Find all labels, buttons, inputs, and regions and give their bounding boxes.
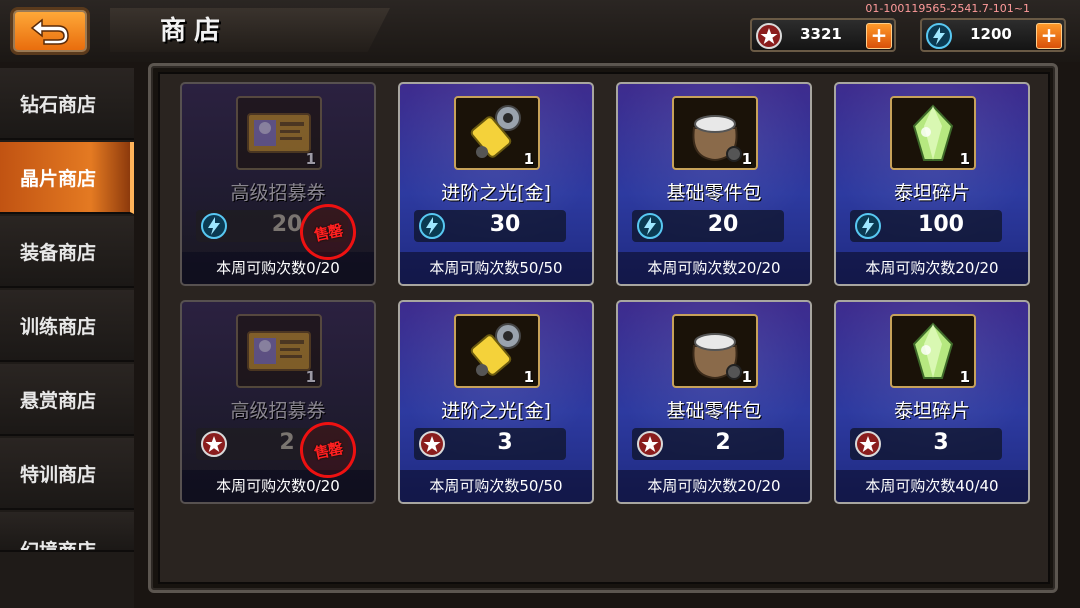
item-name: 泰坦碎片 <box>893 400 970 422</box>
lightning-crystal-amount: 1200 <box>970 25 1012 43</box>
item-name: 高级招募券 <box>230 400 326 422</box>
star-medal-icon <box>756 23 782 49</box>
weekly-purchase-limit: 本周可购次数20/20 <box>618 470 810 502</box>
item-thumbnail: 1 <box>454 314 540 388</box>
shop-item-card-basic-parts-pack[interactable]: 1 基础零件包 20 本周可购次数20/20 <box>616 82 812 286</box>
sidebar-item-chip-shop[interactable]: 晶片商店 <box>0 142 134 214</box>
shop-item-card-advanced-recruit-ticket: 1 高级招募券 2 本周可购次数0/20 售罄 <box>180 300 376 504</box>
sidebar-item-label: 特训商店 <box>20 463 97 486</box>
item-thumbnail: 1 <box>236 96 322 170</box>
sold-out-label: 售罄 <box>312 438 344 463</box>
lightning-crystal-icon <box>201 213 227 239</box>
item-thumbnail: 1 <box>672 96 758 170</box>
sidebar-item-illusion-shop[interactable]: 幻境商店 <box>0 512 134 552</box>
weekly-purchase-limit: 本周可购次数20/20 <box>618 252 810 284</box>
sidebar-item-training-shop[interactable]: 训练商店 <box>0 290 134 362</box>
build-id-text: 01-100119565-2541.7-101~1 <box>865 2 1030 15</box>
item-quantity: 1 <box>523 368 534 386</box>
star-medal-icon <box>637 431 663 457</box>
weekly-purchase-limit: 本周可购次数40/40 <box>836 470 1028 502</box>
sidebar-item-special-training-shop[interactable]: 特训商店 <box>0 438 134 510</box>
weekly-purchase-limit: 本周可购次数0/20 <box>182 252 374 284</box>
sidebar-item-label: 钻石商店 <box>20 93 97 116</box>
item-name: 基础零件包 <box>666 400 762 422</box>
sidebar-item-label: 训练商店 <box>20 315 97 338</box>
title-banner <box>110 8 390 52</box>
currency-star-medal: 3321 + <box>750 18 896 52</box>
add-star-medal-button[interactable]: + <box>866 23 892 49</box>
sidebar-item-bounty-shop[interactable]: 悬赏商店 <box>0 364 134 436</box>
sidebar-item-equipment-shop[interactable]: 装备商店 <box>0 216 134 288</box>
star-medal-icon <box>419 431 445 457</box>
item-thumbnail: 1 <box>454 96 540 170</box>
item-price: 3 <box>497 430 513 455</box>
sidebar-item-label: 悬赏商店 <box>20 389 97 412</box>
sidebar-item-label: 晶片商店 <box>20 167 97 190</box>
sidebar-item-label: 装备商店 <box>20 241 97 264</box>
item-thumbnail: 1 <box>890 314 976 388</box>
shop-item-card-advance-light-gold[interactable]: 1 进阶之光[金] 30 本周可购次数50/50 <box>398 82 594 286</box>
page-title: 商店 <box>160 16 229 46</box>
item-name: 进阶之光[金] <box>441 182 551 204</box>
item-thumbnail: 1 <box>236 314 322 388</box>
item-quantity: 1 <box>305 150 316 168</box>
star-medal-amount: 3321 <box>800 25 842 43</box>
item-quantity: 1 <box>959 150 970 168</box>
shop-category-sidebar: 钻石商店 晶片商店 装备商店 训练商店 悬赏商店 特训商店 幻境商店 <box>0 68 134 608</box>
shop-item-card-titan-fragment[interactable]: 1 泰坦碎片 100 本周可购次数20/20 <box>834 82 1030 286</box>
item-quantity: 1 <box>959 368 970 386</box>
shop-item-card-advance-light-gold[interactable]: 1 进阶之光[金] 3 本周可购次数50/50 <box>398 300 594 504</box>
item-price: 3 <box>933 430 949 455</box>
item-thumbnail: 1 <box>672 314 758 388</box>
price-bar: 3 <box>850 428 1002 460</box>
weekly-purchase-limit: 本周可购次数20/20 <box>836 252 1028 284</box>
item-price: 2 <box>715 430 731 455</box>
lightning-crystal-icon <box>855 213 881 239</box>
back-button[interactable] <box>10 7 90 55</box>
lightning-crystal-icon <box>926 23 952 49</box>
item-quantity: 1 <box>305 368 316 386</box>
lightning-crystal-icon <box>637 213 663 239</box>
weekly-purchase-limit: 本周可购次数50/50 <box>400 470 592 502</box>
weekly-purchase-limit: 本周可购次数50/50 <box>400 252 592 284</box>
shop-grid: 1 高级招募券 20 本周可购次数0/20 售罄 1 进阶之光[金] 30 本周可购次数50/5… <box>158 72 1050 584</box>
shop-item-card-basic-parts-pack[interactable]: 1 基础零件包 2 本周可购次数20/20 <box>616 300 812 504</box>
price-bar: 3 <box>414 428 566 460</box>
price-bar: 20 <box>632 210 784 242</box>
star-medal-icon <box>201 431 227 457</box>
item-name: 泰坦碎片 <box>893 182 970 204</box>
item-price: 20 <box>707 212 739 237</box>
item-quantity: 1 <box>523 150 534 168</box>
sold-out-label: 售罄 <box>312 220 344 245</box>
item-name: 高级招募券 <box>230 182 326 204</box>
item-price: 30 <box>489 212 521 237</box>
add-lightning-crystal-button[interactable]: + <box>1036 23 1062 49</box>
price-bar: 30 <box>414 210 566 242</box>
shop-item-card-titan-fragment[interactable]: 1 泰坦碎片 3 本周可购次数40/40 <box>834 300 1030 504</box>
star-medal-icon <box>855 431 881 457</box>
top-bar: 商店 01-100119565-2541.7-101~1 3321 + 1200… <box>0 0 1080 62</box>
back-arrow-icon <box>30 18 69 45</box>
item-quantity: 1 <box>741 368 752 386</box>
currency-lightning-crystal: 1200 + <box>920 18 1066 52</box>
item-price: 100 <box>918 212 964 237</box>
sidebar-item-diamond-shop[interactable]: 钻石商店 <box>0 68 134 140</box>
weekly-purchase-limit: 本周可购次数0/20 <box>182 470 374 502</box>
item-name: 基础零件包 <box>666 182 762 204</box>
item-thumbnail: 1 <box>890 96 976 170</box>
item-name: 进阶之光[金] <box>441 400 551 422</box>
price-bar: 100 <box>850 210 1002 242</box>
item-quantity: 1 <box>741 150 752 168</box>
sidebar-item-label: 幻境商店 <box>20 540 97 552</box>
lightning-crystal-icon <box>419 213 445 239</box>
shop-item-card-advanced-recruit-ticket: 1 高级招募券 20 本周可购次数0/20 售罄 <box>180 82 376 286</box>
price-bar: 2 <box>632 428 784 460</box>
